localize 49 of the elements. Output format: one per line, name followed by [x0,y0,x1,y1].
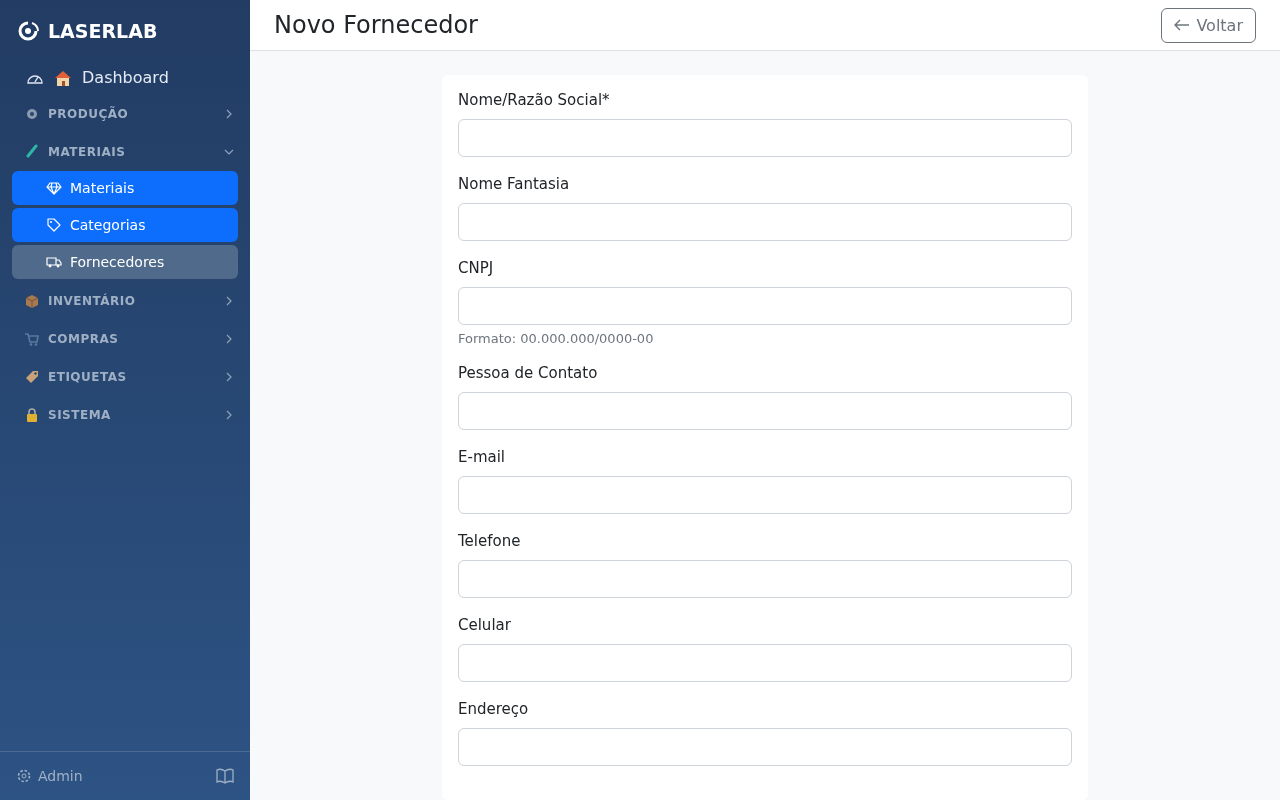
input-field[interactable] [458,644,1072,682]
dashboard-link[interactable]: Dashboard [12,60,238,95]
chevron-icon [224,296,234,306]
help-text: Formato: 00.000.000/0000-00 [458,331,655,346]
box-icon [24,293,40,309]
tag-icon [46,217,62,233]
field-label: Celular [458,616,512,634]
chevron-icon [224,372,234,382]
chevron-icon [224,109,234,119]
field-label: Nome/Razão Social* [458,91,611,109]
diamond-icon [46,180,62,196]
book-icon[interactable] [216,768,234,784]
nav-section[interactable]: INVENTÁRIO [0,282,250,320]
settings-icon[interactable] [16,768,32,784]
chevron-icon [224,410,234,420]
label-icon [24,369,40,385]
chevron-icon [224,147,234,157]
arrow-left-icon [1174,19,1191,31]
nav-section[interactable]: MATERIAIS [0,133,250,171]
page-title: Novo Fornecedor [274,11,478,39]
input-field[interactable] [458,119,1072,157]
brand-name: LASERLAB [48,20,158,42]
input-field[interactable] [458,203,1072,241]
nav-section[interactable]: COMPRAS [0,320,250,358]
input-field[interactable] [458,560,1072,598]
house-icon [54,68,72,87]
logo-icon [16,20,40,42]
lock-icon [24,407,40,423]
chevron-icon [224,334,234,344]
field-label: Endereço [458,700,530,718]
field-label: CNPJ [458,259,495,277]
input-field[interactable] [458,476,1072,514]
field-label: Nome Fantasia [458,175,571,193]
nav-section[interactable]: SISTEMA [0,396,250,434]
nav-item[interactable]: Categorias [12,208,238,242]
cart-icon [24,331,40,347]
input-field[interactable] [458,392,1072,430]
nav-item[interactable]: Fornecedores [12,245,238,279]
input-field[interactable] [458,728,1072,766]
field-label: Pessoa de Contato [458,364,599,382]
field-label: Telefone [458,532,522,550]
truck-icon [46,254,62,270]
field-label: E-mail [458,448,507,466]
nav-section[interactable]: PRODUÇÃO [0,95,250,133]
nav-item[interactable]: Materiais [12,171,238,205]
user-name: Admin [38,768,83,784]
nav-section[interactable]: ETIQUETAS [0,358,250,396]
back-button[interactable]: Voltar [1161,7,1256,43]
input-field[interactable] [458,287,1072,325]
